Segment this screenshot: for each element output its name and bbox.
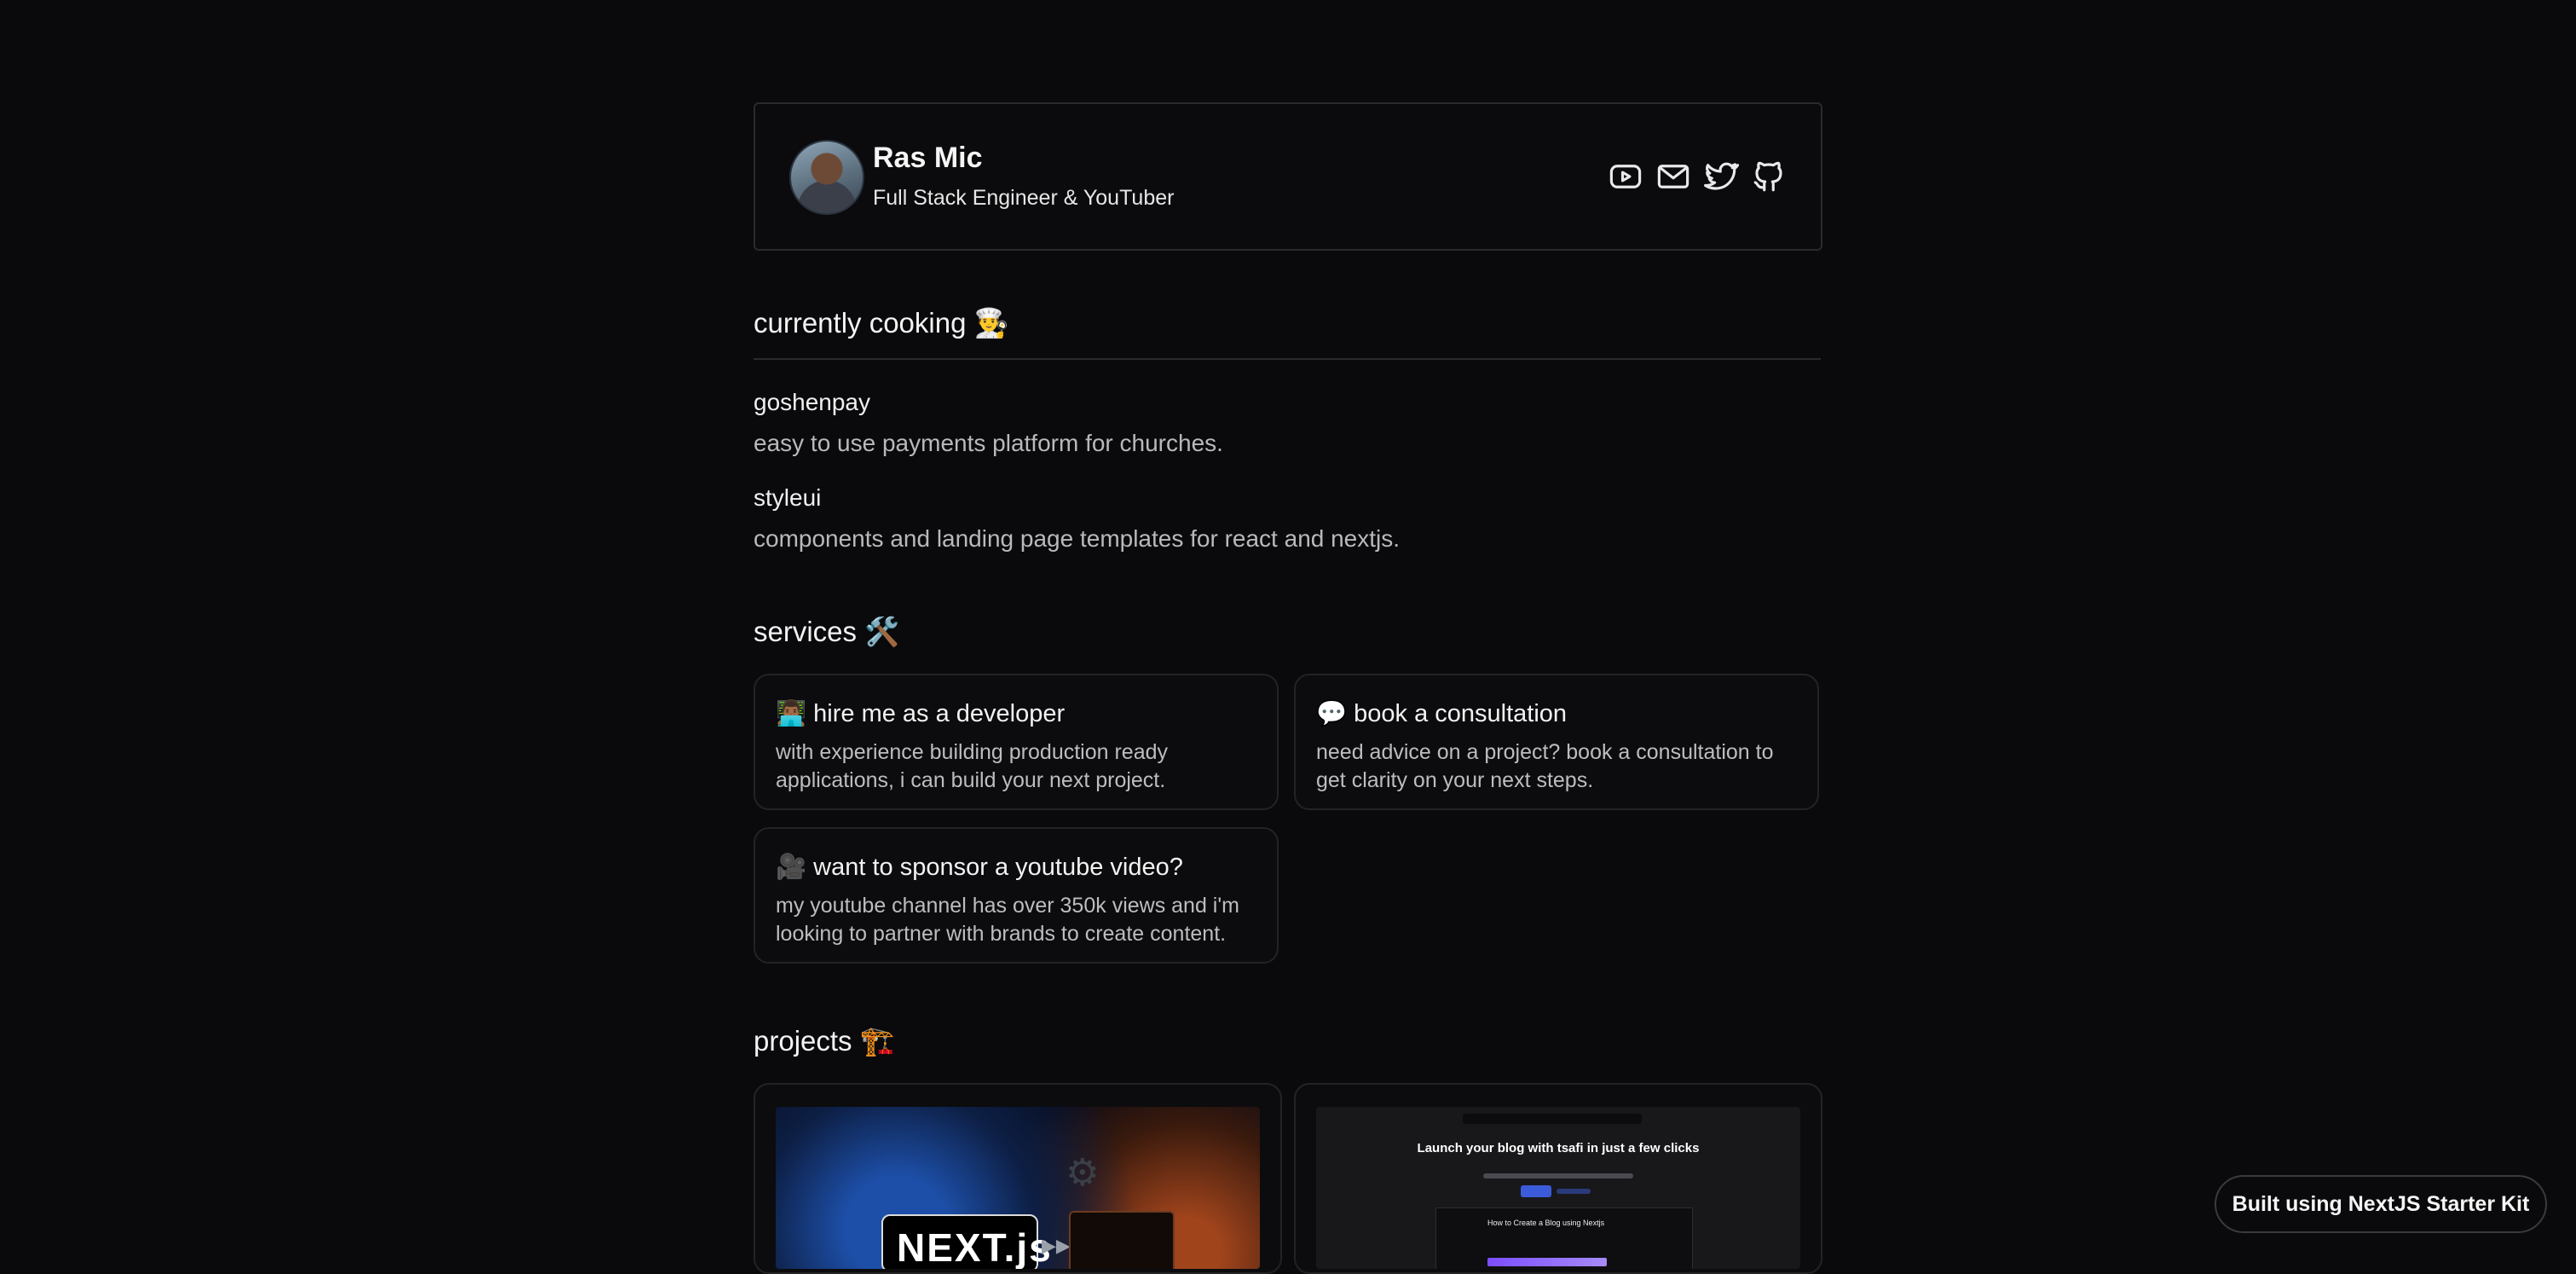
projects-heading: projects 🏗️ — [754, 1025, 895, 1057]
github-icon[interactable] — [1751, 159, 1787, 194]
service-card-title: 🎥 want to sponsor a youtube video? — [776, 854, 1183, 881]
service-card-description: with experience building production read… — [776, 740, 1169, 792]
section-divider — [754, 358, 1821, 360]
project-card-nextjs[interactable]: ⚙ NEXT.js ▶▶ — [754, 1083, 1282, 1274]
youtube-icon[interactable] — [1608, 159, 1643, 194]
cooking-item-description: easy to use payments platform for church… — [754, 430, 1223, 456]
thumbnail-button — [1521, 1185, 1551, 1197]
built-with-badge[interactable]: Built using NextJS Starter Kit — [2215, 1175, 2547, 1233]
currently-cooking-heading: currently cooking 👨‍🍳 — [754, 307, 1009, 339]
profile-tagline: Full Stack Engineer & YouTuber — [873, 186, 1175, 210]
service-card-title: 💬 book a consultation — [1316, 700, 1568, 727]
cooking-item-name[interactable]: goshenpay — [754, 389, 870, 416]
profile-name: Ras Mic — [873, 142, 983, 174]
services-heading: services 🛠️ — [754, 616, 900, 647]
profile-card: Ras Mic Full Stack Engineer & YouTuber — [754, 102, 1822, 251]
thumbnail-panel: How to Create a Blog using Nextjs — [1435, 1207, 1693, 1269]
thumbnail-headline: Launch your blog with tsafi in just a fe… — [1417, 1141, 1700, 1155]
thumbnail-panel-image — [1487, 1258, 1607, 1266]
project-card-blog[interactable]: Launch your blog with tsafi in just a fe… — [1294, 1083, 1822, 1274]
service-card-hire[interactable]: 👨🏾‍💻 hire me as a developer with experie… — [754, 674, 1279, 810]
service-card-description: need advice on a project? book a consult… — [1316, 740, 1774, 792]
nextjs-logo: NEXT.js — [897, 1225, 1053, 1269]
service-card-consultation[interactable]: 💬 book a consultation need advice on a p… — [1294, 674, 1819, 810]
mail-icon[interactable] — [1655, 159, 1691, 194]
cooking-item-description: components and landing page templates fo… — [754, 525, 1401, 552]
thumbnail-subtitle — [1483, 1173, 1633, 1178]
avatar — [789, 140, 864, 215]
thumbnail-navbar — [1463, 1114, 1642, 1124]
nextjs-logo-box: NEXT.js — [881, 1214, 1051, 1269]
project-thumbnail: ⚙ NEXT.js ▶▶ — [776, 1107, 1260, 1269]
social-links — [1608, 159, 1787, 194]
thumbnail-link — [1557, 1189, 1591, 1194]
cooking-item-name[interactable]: styleui — [754, 484, 821, 512]
service-card-description: my youtube channel has over 350k views a… — [776, 894, 1239, 946]
gear-icon: ⚙ — [1066, 1152, 1100, 1194]
terminal-graphic — [1069, 1211, 1175, 1269]
arrow-icon: ▶▶ — [1042, 1235, 1071, 1256]
project-thumbnail: Launch your blog with tsafi in just a fe… — [1316, 1107, 1800, 1269]
service-card-title: 👨🏾‍💻 hire me as a developer — [776, 700, 1066, 727]
thumbnail-panel-title: How to Create a Blog using Nextjs — [1487, 1219, 1605, 1227]
service-card-sponsor[interactable]: 🎥 want to sponsor a youtube video? my yo… — [754, 827, 1279, 964]
twitter-icon[interactable] — [1703, 159, 1740, 194]
